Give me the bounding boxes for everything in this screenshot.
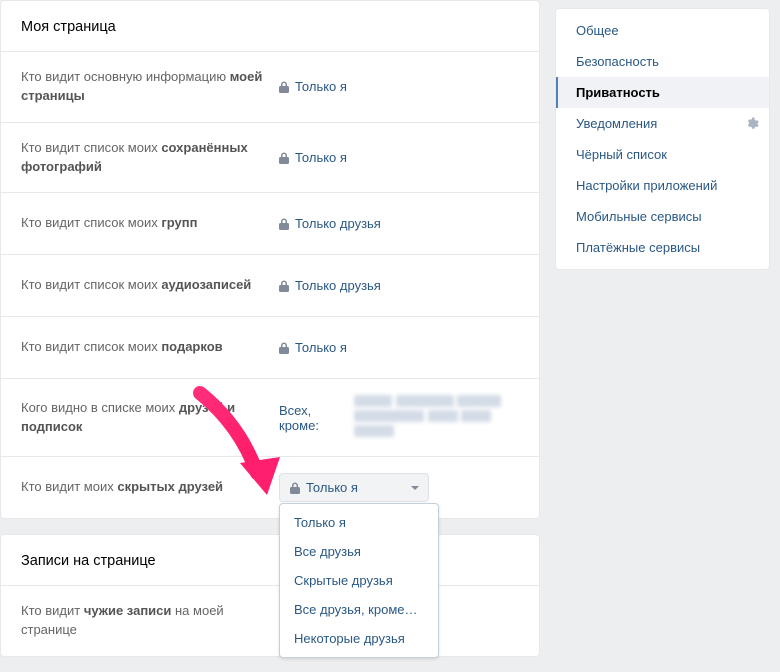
lock-icon [279,342,289,354]
row-label: Кто видит основную информацию моей стран… [21,68,279,106]
nav-item-payments[interactable]: Платёжные сервисы [556,232,769,263]
gear-icon[interactable] [745,117,759,131]
row-value[interactable]: Только я [279,79,519,94]
dropdown-option[interactable]: Все друзья, кроме… [280,595,438,624]
panel-title-my-page: Моя страница [1,1,539,51]
dropdown-option[interactable]: Некоторые друзья [280,624,438,653]
panel-wall-posts: Записи на странице Кто видит чужие запис… [0,534,540,657]
privacy-row-audio: Кто видит список моих аудиозаписей Тольк… [1,254,539,316]
settings-nav: Общее Безопасность Приватность Уведомлен… [555,8,770,270]
lock-icon [279,280,289,292]
row-value[interactable]: Только я [279,150,519,165]
dropdown-option[interactable]: Все друзья [280,537,438,566]
lock-icon [279,218,289,230]
dropdown-option[interactable]: Скрытые друзья [280,566,438,595]
privacy-row-friends-list: Кого видно в списке моих друзей и подпис… [1,378,539,456]
row-value[interactable]: Только друзья [279,216,519,231]
chevron-down-icon [411,486,419,490]
nav-item-blacklist[interactable]: Чёрный список [556,139,769,170]
privacy-row-saved-photos: Кто видит список моих сохранённых фотогр… [1,122,539,193]
row-label: Кто видит список моих сохранённых фотогр… [21,139,279,177]
nav-item-privacy[interactable]: Приватность [556,77,769,108]
nav-item-app-settings[interactable]: Настройки приложений [556,170,769,201]
lock-icon [279,152,289,164]
row-value[interactable]: Всех, кроме: xxx xxxxx xxxx xxxxxx xxx x… [279,395,519,440]
privacy-row-groups: Кто видит список моих групп Только друзь… [1,192,539,254]
row-label: Кто видит моих скрытых друзей [21,478,279,497]
row-label: Кто видит список моих аудиозаписей [21,276,279,295]
row-label: Кто видит чужие записи на моей странице [21,602,279,640]
privacy-row-gifts: Кто видит список моих подарков Только я [1,316,539,378]
row-label: Кого видно в списке моих друзей и подпис… [21,399,279,437]
privacy-row-hidden-friends: Кто видит моих скрытых друзей Только я Т… [1,456,539,518]
dropdown-menu-hidden-friends: Только я Все друзья Скрытые друзья Все д… [279,503,439,658]
lock-icon [279,81,289,93]
nav-item-mobile[interactable]: Мобильные сервисы [556,201,769,232]
row-value[interactable]: Только я [279,340,519,355]
lock-icon [290,482,300,494]
panel-my-page: Моя страница Кто видит основную информац… [0,0,540,519]
nav-item-notifications[interactable]: Уведомления [556,108,769,139]
row-label: Кто видит список моих групп [21,214,279,233]
dropdown-hidden-friends[interactable]: Только я [279,473,429,502]
privacy-row-others-posts: Кто видит чужие записи на моей странице [1,585,539,656]
redacted-names: xxx xxxxx xxxx xxxxxx xxx xxx xxxx [354,395,519,440]
row-value[interactable]: Только друзья [279,278,519,293]
row-label: Кто видит список моих подарков [21,338,279,357]
nav-item-security[interactable]: Безопасность [556,46,769,77]
privacy-row-basic-info: Кто видит основную информацию моей стран… [1,51,539,122]
dropdown-option[interactable]: Только я [280,508,438,537]
nav-item-general[interactable]: Общее [556,15,769,46]
panel-title-wall: Записи на странице [1,535,539,585]
